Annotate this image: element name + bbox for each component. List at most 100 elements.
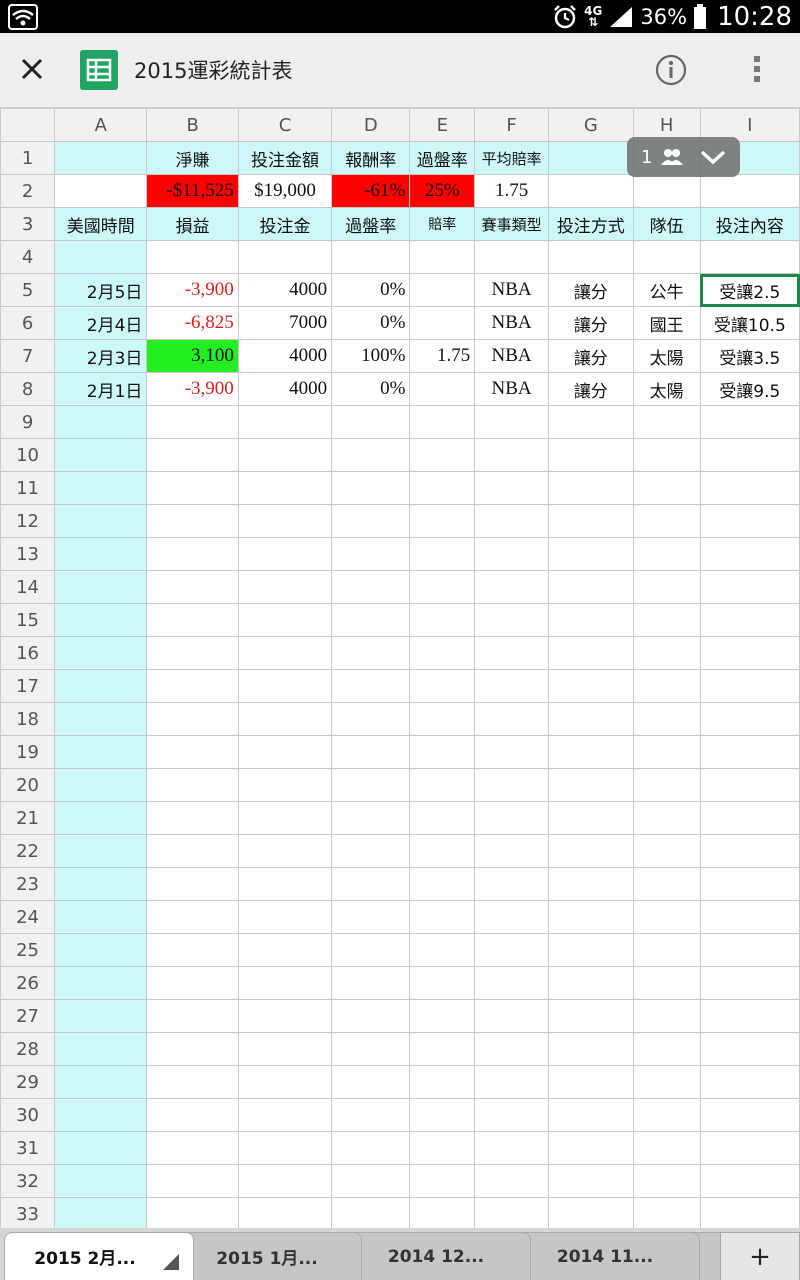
cell[interactable] (54, 702, 148, 736)
cell[interactable] (409, 438, 476, 472)
row-header[interactable]: 19 (0, 735, 56, 769)
cell[interactable] (547, 834, 634, 868)
row-header[interactable]: 11 (0, 471, 56, 505)
cell[interactable] (146, 438, 239, 472)
cell[interactable] (632, 438, 701, 472)
cell[interactable] (331, 1032, 411, 1066)
row-header[interactable]: 24 (0, 900, 56, 934)
cell[interactable]: 讓分 (547, 372, 634, 406)
cell[interactable] (146, 669, 239, 703)
row-header[interactable]: 28 (0, 1032, 56, 1066)
cell[interactable]: 賽事類型 (474, 207, 549, 241)
cell[interactable] (409, 240, 476, 274)
cell[interactable] (699, 801, 800, 835)
cell[interactable] (632, 1164, 701, 1198)
column-header[interactable]: C (237, 108, 333, 142)
cell[interactable] (699, 1032, 800, 1066)
cell[interactable]: NBA (474, 372, 549, 406)
cell[interactable] (632, 801, 701, 835)
cell[interactable] (54, 999, 148, 1033)
cell[interactable] (474, 1098, 549, 1132)
cell[interactable] (474, 438, 549, 472)
cell[interactable] (409, 1131, 476, 1165)
row-header[interactable]: 1 (0, 141, 56, 175)
sheet-tab[interactable]: 2015 1月... (172, 1232, 362, 1280)
cell[interactable]: 投注內容 (699, 207, 800, 241)
cell[interactable] (632, 867, 701, 901)
cell[interactable] (632, 768, 701, 802)
cell[interactable] (547, 1098, 634, 1132)
cell[interactable] (237, 1032, 333, 1066)
column-header[interactable]: B (146, 108, 239, 142)
cell[interactable] (632, 1197, 701, 1228)
column-header[interactable]: F (474, 108, 549, 142)
cell[interactable] (409, 603, 476, 637)
corner-cell[interactable] (0, 108, 56, 142)
cell[interactable] (474, 867, 549, 901)
cell[interactable] (699, 405, 800, 439)
cell[interactable] (54, 1164, 148, 1198)
cell[interactable] (632, 834, 701, 868)
cell[interactable] (474, 1032, 549, 1066)
cell[interactable] (474, 1197, 549, 1228)
cell[interactable] (331, 1131, 411, 1165)
cell[interactable]: -6,825 (146, 306, 239, 340)
cell[interactable] (54, 1065, 148, 1099)
cell[interactable]: 損益 (146, 207, 239, 241)
cell[interactable] (146, 537, 239, 571)
cell[interactable] (547, 1197, 634, 1228)
cell[interactable]: 太陽 (632, 372, 701, 406)
cell[interactable] (409, 1164, 476, 1198)
cell[interactable] (699, 669, 800, 703)
cell[interactable]: 受讓9.5 (699, 372, 800, 406)
cell[interactable] (699, 1065, 800, 1099)
cell[interactable] (146, 570, 239, 604)
row-header[interactable]: 8 (0, 372, 56, 406)
cell[interactable] (474, 537, 549, 571)
cell[interactable] (54, 966, 148, 1000)
cell[interactable] (331, 537, 411, 571)
cell[interactable] (237, 240, 333, 274)
cell[interactable] (331, 966, 411, 1000)
cell[interactable] (699, 933, 800, 967)
cell[interactable] (547, 504, 634, 538)
cell[interactable] (699, 1098, 800, 1132)
cell[interactable] (331, 570, 411, 604)
cell[interactable]: 3,100 (146, 339, 239, 373)
cell[interactable] (54, 1098, 148, 1132)
cell[interactable]: 美國時間 (54, 207, 148, 241)
cell[interactable]: 2月1日 (54, 372, 148, 406)
cell[interactable] (54, 537, 148, 571)
close-button[interactable] (14, 51, 50, 87)
cell[interactable] (409, 372, 476, 406)
cell[interactable] (331, 504, 411, 538)
cell[interactable] (632, 735, 701, 769)
cell[interactable] (54, 669, 148, 703)
cell[interactable] (146, 933, 239, 967)
cell[interactable] (331, 900, 411, 934)
cover-rate-cell[interactable]: 25% (409, 174, 476, 208)
cell[interactable] (331, 834, 411, 868)
cell[interactable] (237, 768, 333, 802)
cell[interactable] (699, 1197, 800, 1228)
cell[interactable] (699, 240, 800, 274)
cell[interactable] (54, 141, 148, 175)
cell[interactable] (632, 900, 701, 934)
cell[interactable] (632, 603, 701, 637)
cell[interactable] (54, 1197, 148, 1228)
cell[interactable] (146, 504, 239, 538)
cell[interactable] (547, 636, 634, 670)
cell[interactable] (237, 867, 333, 901)
column-header[interactable]: G (547, 108, 634, 142)
cell[interactable] (699, 900, 800, 934)
row-header[interactable]: 2 (0, 174, 56, 208)
row-header[interactable]: 3 (0, 207, 56, 241)
cell[interactable] (146, 1131, 239, 1165)
cell[interactable] (547, 966, 634, 1000)
cell[interactable] (409, 273, 476, 307)
cell[interactable] (146, 1032, 239, 1066)
cell[interactable]: 國王 (632, 306, 701, 340)
cell[interactable] (54, 603, 148, 637)
cell[interactable] (632, 966, 701, 1000)
row-header[interactable]: 5 (0, 273, 56, 307)
